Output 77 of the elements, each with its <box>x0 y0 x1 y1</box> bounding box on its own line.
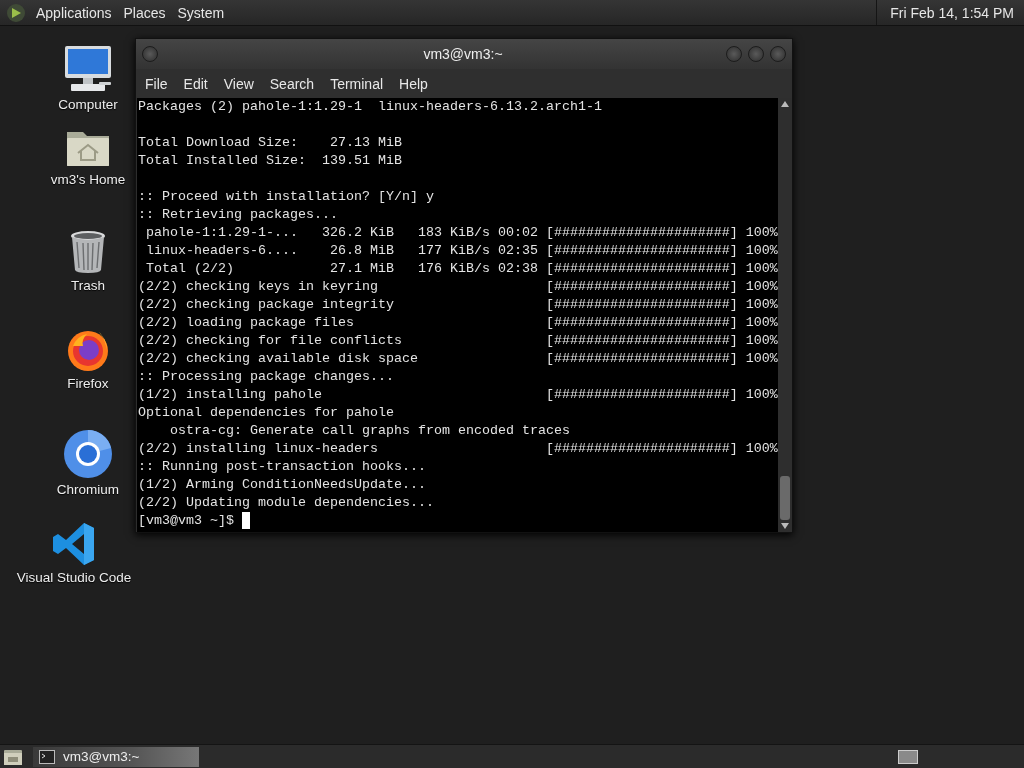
terminal-line: pahole-1:1.29-1-... 326.2 KiB 183 KiB/s 00:02 <box>145 225 538 240</box>
shell-prompt: [vm3@vm3 ~]$ <box>138 512 234 530</box>
desktop-icon-label[interactable]: Firefox <box>67 376 109 391</box>
code-editor-icon <box>52 522 96 566</box>
menu-item[interactable]: Help <box>392 75 436 92</box>
percent-text: 100% <box>745 224 778 242</box>
close-button[interactable] <box>770 46 786 62</box>
menu-item[interactable]: Edit <box>176 75 216 92</box>
terminal-line: (2/2) installing linux-headers <box>138 441 378 456</box>
menu-item[interactable]: Search <box>262 75 323 92</box>
terminal-line: Total Installed Size: 139.51 MiB <box>138 152 402 170</box>
terminal-line: (2/2) checking available disk space <box>138 351 418 366</box>
hash-progress-text: [######################] <box>545 278 738 296</box>
terminal-line: (2/2) checking for file conflicts <box>138 333 402 348</box>
terminal-line: :: Running post-transaction hooks... <box>138 458 426 476</box>
trash-icon <box>69 230 107 274</box>
percent-text: 100% <box>745 332 778 350</box>
panel-menu[interactable]: Places <box>117 4 172 21</box>
panel-menu[interactable]: System <box>171 4 231 21</box>
percent-text: 100% <box>745 278 778 296</box>
terminal-line: (2/2) checking keys in keyring <box>138 279 378 294</box>
terminal-line: (2/2) checking package integrity <box>138 297 394 312</box>
percent-text: 100% <box>745 314 778 332</box>
logo-icon[interactable] <box>6 2 26 23</box>
window-title: vm3@vm3:~ <box>422 46 504 62</box>
percent-text: 100% <box>745 386 778 404</box>
down-arrow-icon[interactable] <box>781 523 789 529</box>
show-desktop-icon[interactable] <box>3 747 23 766</box>
menu-item[interactable]: Terminal <box>323 75 392 92</box>
percent-text: 100% <box>745 350 778 368</box>
hash-progress-text: [######################] <box>545 314 738 332</box>
desktop-icon-label[interactable]: vm3's Home <box>50 172 126 187</box>
menu-item[interactable]: View <box>216 75 262 92</box>
terminal-line: (2/2) Updating module dependencies... <box>138 494 434 512</box>
terminal-line: Total (2/2) 27.1 MiB 176 KiB/s 02:38 <box>145 261 538 276</box>
hash-progress-text: [######################] <box>545 224 738 242</box>
text-cursor <box>242 512 250 529</box>
terminal-line: linux-headers-6.... 26.8 MiB 177 KiB/s 02:35 <box>145 243 538 258</box>
window-menu-button[interactable] <box>142 46 158 62</box>
hash-progress-text: [######################] <box>545 332 738 350</box>
terminal-line: Optional dependencies for pahole <box>138 404 394 422</box>
terminal-line: :: Proceed with installation? [Y/n] y <box>138 188 434 206</box>
terminal-line: (1/2) installing pahole <box>138 387 322 402</box>
up-arrow-icon[interactable] <box>781 101 789 107</box>
percent-text: 100% <box>745 260 778 278</box>
terminal-line: (1/2) Arming ConditionNeedsUpdate... <box>138 476 426 494</box>
percent-text: 100% <box>745 440 778 458</box>
maximize-button[interactable] <box>748 46 764 62</box>
scrollbar[interactable] <box>778 98 792 532</box>
hash-progress-text: [######################] <box>545 386 738 404</box>
terminal-line: (2/2) loading package files <box>138 315 354 330</box>
desktop-icon-label[interactable]: Computer <box>58 97 118 112</box>
taskbar-button[interactable]: vm3@vm3:~ <box>33 746 199 767</box>
desktop-icon-label[interactable]: Chromium <box>56 482 120 497</box>
minimize-button[interactable] <box>726 46 742 62</box>
hash-progress-text: [######################] <box>545 242 738 260</box>
panel-menu[interactable]: Applications <box>30 4 118 21</box>
scrollbar-thumb[interactable] <box>780 476 790 520</box>
percent-text: 100% <box>745 242 778 260</box>
workspace-switcher[interactable] <box>898 749 918 764</box>
terminal-line: Packages (2) pahole-1:1.29-1 linux-headers-6.13.2.arch1-1 <box>138 98 602 116</box>
clock[interactable]: Fri Feb 14, 1:54 PM <box>877 4 1024 21</box>
hash-progress-text: [######################] <box>545 350 738 368</box>
desktop-icon-label[interactable]: Visual Studio Code <box>16 570 132 585</box>
terminal-line: ostra-cg: Generate call graphs from encoded traces <box>169 422 570 440</box>
computer-icon <box>63 45 113 93</box>
terminal-line: :: Processing package changes... <box>138 368 394 386</box>
hash-progress-text: [######################] <box>545 440 738 458</box>
percent-text: 100% <box>745 296 778 314</box>
desktop-icon-label[interactable]: Trash <box>71 278 105 293</box>
hash-progress-text: [######################] <box>545 296 738 314</box>
menu-item[interactable]: File <box>138 75 176 92</box>
terminal-line: Total Download Size: 27.13 MiB <box>138 134 402 152</box>
terminal-icon <box>39 749 55 764</box>
chromium-icon <box>64 430 112 478</box>
hash-progress-text: [######################] <box>545 260 738 278</box>
terminal-line: :: Retrieving packages... <box>138 206 338 224</box>
